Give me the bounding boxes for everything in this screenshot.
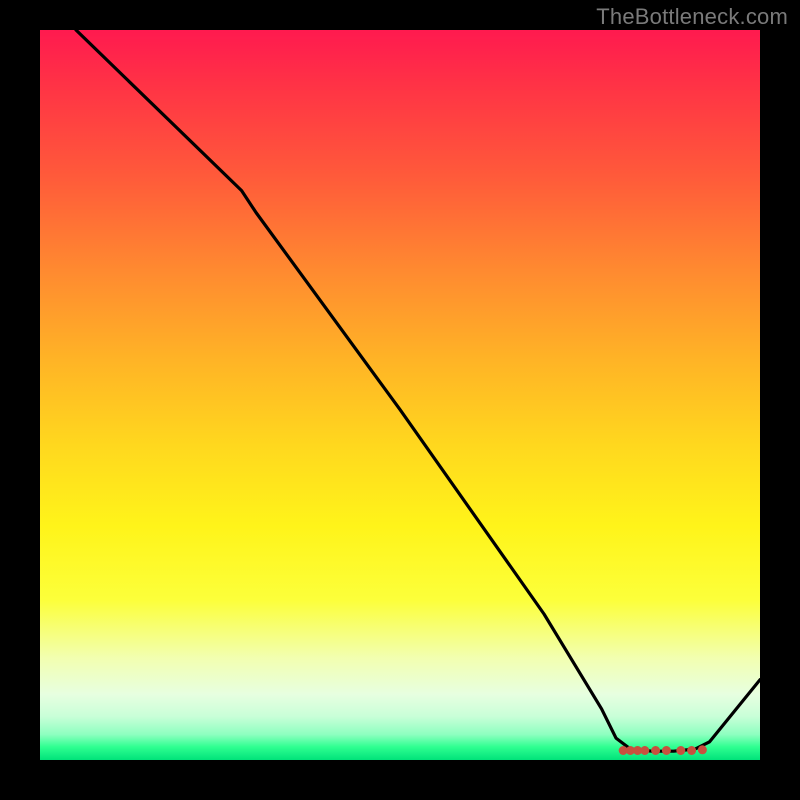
watermark-text: TheBottleneck.com [596, 4, 788, 30]
bottom-marker [640, 746, 649, 755]
bottom-marker [687, 746, 696, 755]
bottom-marker [676, 746, 685, 755]
bottom-markers [619, 745, 707, 755]
bottom-marker [651, 746, 660, 755]
chart-frame: TheBottleneck.com [0, 0, 800, 800]
curve-line [76, 30, 760, 751]
curve-svg [40, 30, 760, 760]
plot-area [40, 30, 760, 760]
bottom-marker [698, 745, 707, 754]
bottom-marker [662, 746, 671, 755]
